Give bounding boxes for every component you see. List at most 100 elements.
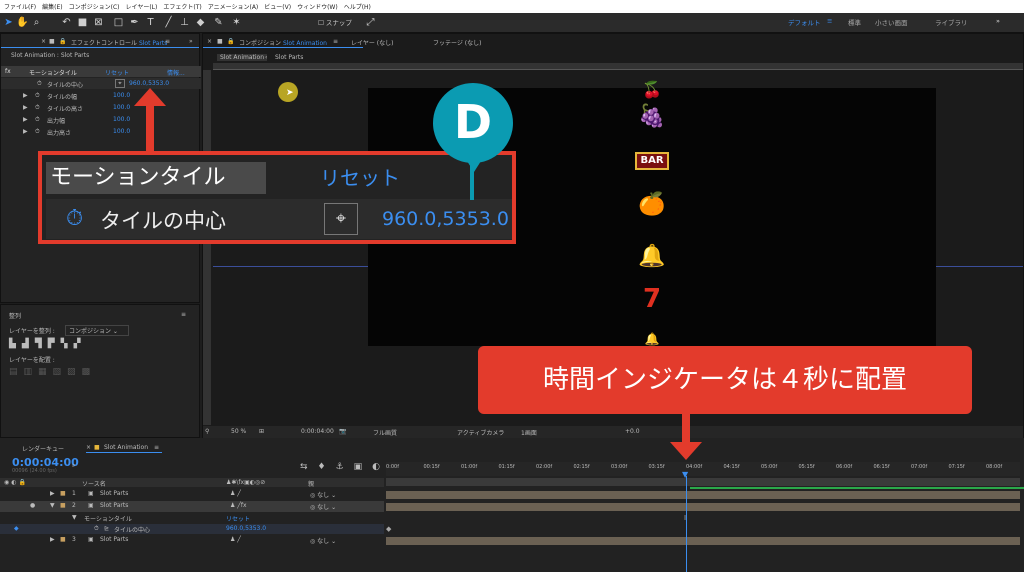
stopwatch-icon[interactable]: ⏱ — [94, 525, 99, 533]
menu-composition[interactable]: コンポジション(C) — [69, 2, 120, 11]
workspace-menu-icon[interactable]: ≡ — [827, 17, 832, 25]
more-workspaces-icon[interactable]: » — [996, 17, 1000, 25]
workspace-standard[interactable]: 標準 — [848, 17, 861, 27]
time-indicator-head-icon[interactable]: ▼ — [682, 470, 688, 479]
menu-file[interactable]: ファイル(F) — [4, 2, 36, 11]
workspace-libraries[interactable]: ライブラリ — [935, 17, 968, 27]
menu-layer[interactable]: レイヤー(L) — [126, 2, 158, 11]
workspace-small-screen[interactable]: 小さい画面 — [875, 17, 908, 27]
menu-window[interactable]: ウィンドウ(W) — [297, 2, 338, 11]
breadcrumb-comp[interactable]: Slot Animation — [217, 54, 267, 61]
crosshair-icon[interactable]: ⌖ — [115, 79, 125, 88]
current-time[interactable]: 0:00:04:00 — [301, 428, 334, 435]
menu-view[interactable]: ビュー(V) — [264, 2, 291, 11]
expand-arrow-icon[interactable]: ▶ — [50, 490, 55, 497]
eraser-tool-icon[interactable]: ◆ — [194, 16, 207, 29]
effect-controls-tab[interactable]: エフェクトコントロール Slot Parts — [71, 38, 167, 47]
menu-animation[interactable]: アニメーション(A) — [208, 2, 259, 11]
menu-edit[interactable]: 編集(E) — [42, 2, 62, 11]
camera-select[interactable]: アクティブカメラ — [457, 428, 504, 437]
layer-bar-2[interactable] — [386, 503, 1020, 511]
label-color-icon[interactable]: ■ — [60, 536, 66, 543]
camera-tool-icon[interactable]: ■ — [76, 16, 89, 29]
panel-menu-icon[interactable]: ≡ — [181, 311, 186, 318]
property-row[interactable]: ◆ ⏱ ⊵ タイルの中心 960.0,5353.0 — [0, 524, 384, 534]
stopwatch-icon[interactable]: ⏱ — [35, 104, 40, 112]
effect-row-tile-width[interactable]: ▶ ⏱ タイルの幅 100.0 — [1, 90, 201, 101]
selection-tool-icon[interactable]: ➤ — [2, 16, 15, 29]
effect-reset-link[interactable]: リセット — [226, 514, 250, 523]
effect-row-tile-height[interactable]: ▶ ⏱ タイルの高さ 100.0 — [1, 102, 201, 113]
param-value[interactable]: 100.0 — [113, 92, 130, 99]
breadcrumb-layer[interactable]: Slot Parts — [275, 54, 303, 61]
zoom-tool-icon[interactable]: ⌕ — [30, 16, 43, 29]
search-icon[interactable]: ⌕ — [72, 462, 75, 470]
stopwatch-icon[interactable]: ⏱ — [35, 92, 40, 100]
property-value[interactable]: 960.0,5353.0 — [226, 525, 266, 532]
menu-icon[interactable]: ■ — [49, 38, 55, 45]
layer-name[interactable]: Slot Parts — [100, 502, 128, 509]
footage-tab[interactable]: フッテージ (なし) — [433, 38, 481, 47]
effect-row-output-width[interactable]: ▶ ⏱ 出力幅 100.0 — [1, 114, 201, 125]
render-queue-tab[interactable]: レンダーキュー — [22, 444, 64, 453]
distribute-buttons[interactable]: ▤▥▦▧▨▩ — [9, 367, 96, 377]
puppet-tool-icon[interactable]: ✶ — [230, 16, 243, 29]
solo-icon[interactable]: ● — [30, 502, 35, 509]
workspace-default[interactable]: デフォルト — [788, 17, 821, 27]
keyframe-icon[interactable]: ◆ — [386, 525, 391, 533]
shy-switch-icon[interactable]: ♟ ╱ — [230, 536, 241, 543]
stopwatch-icon[interactable]: ⏱ — [35, 116, 40, 124]
label-color-icon[interactable]: ■ — [60, 502, 66, 509]
stopwatch-icon[interactable]: ⏱ — [37, 80, 42, 88]
hand-tool-icon[interactable]: ✋ — [16, 16, 29, 29]
layer-name[interactable]: Slot Parts — [100, 490, 128, 497]
exposure-value[interactable]: +0.0 — [625, 428, 640, 435]
layer-row-1[interactable]: ▶ ■ 1 ▣ Slot Parts ♟ ╱ ◎ なし ⌄ — [0, 489, 384, 500]
grid-icon[interactable]: ⊞ — [259, 428, 264, 435]
expand-arrow-icon[interactable]: ▶ — [23, 116, 28, 123]
align-buttons[interactable]: ▙▟▜▛▚▞ — [9, 339, 87, 349]
text-tool-icon[interactable]: T — [144, 16, 157, 29]
close-icon[interactable]: × — [86, 444, 91, 451]
clone-stamp-tool-icon[interactable]: ⊥ — [178, 16, 191, 29]
layer-bar-3[interactable] — [386, 537, 1020, 545]
layer-row-3[interactable]: ▶ ■ 3 ▣ Slot Parts ♟ ╱ ◎ なし ⌄ — [0, 535, 384, 546]
shy-switch-icon[interactable]: ♟ ╱ — [230, 490, 241, 497]
panel-menu-icon[interactable]: ≡ — [165, 38, 170, 45]
param-value[interactable]: 960.0,5353.0 — [129, 80, 169, 87]
panel-menu-icon[interactable]: ≡ — [154, 444, 159, 451]
view-select[interactable]: 1画面 — [521, 428, 537, 437]
magnifier-icon[interactable]: ⚲ — [205, 428, 209, 435]
collapse-arrow-icon[interactable]: ▼ — [72, 514, 77, 521]
collapse-arrow-icon[interactable]: ▼ — [50, 502, 55, 509]
brush-tool-icon[interactable]: ╱ — [162, 16, 175, 29]
layer-name[interactable]: Slot Parts — [100, 536, 128, 543]
param-value[interactable]: 100.0 — [113, 116, 130, 123]
effect-row-motion-tile[interactable]: fx モーションタイル リセット 情報... — [1, 66, 201, 77]
lock-icon[interactable]: 🔒 — [59, 38, 66, 45]
reset-link[interactable]: リセット — [105, 68, 129, 77]
fx-switch-icon[interactable]: ♟ ╱fx — [230, 502, 247, 509]
effect-row-tile-center[interactable]: ⏱ タイルの中心 ⌖ 960.0,5353.0 — [1, 78, 201, 89]
parent-select[interactable]: ◎ なし ⌄ — [310, 502, 336, 511]
resolution-select[interactable]: フル画質 — [373, 428, 397, 437]
close-icon[interactable]: × — [41, 38, 46, 45]
menu-icon[interactable]: ■ — [217, 38, 223, 45]
time-indicator-line[interactable] — [686, 476, 687, 572]
composition-tab[interactable]: コンポジション Slot Animation — [239, 38, 327, 47]
expand-icon[interactable]: » — [189, 38, 193, 45]
parent-select[interactable]: ◎ なし ⌄ — [310, 490, 336, 499]
rotate-tool-icon[interactable]: ↶ — [60, 16, 73, 29]
param-value[interactable]: 100.0 — [113, 104, 130, 111]
expand-arrow-icon[interactable]: ▶ — [23, 128, 28, 135]
snap-option-icon[interactable]: ⤢ — [364, 16, 377, 29]
keyframe-nav-icon[interactable]: ◆ — [14, 525, 19, 532]
lock-icon[interactable]: 🔒 — [227, 38, 234, 45]
pen-tool-icon[interactable]: ✒ — [128, 16, 141, 29]
mask-tool-icon[interactable]: □ — [112, 16, 125, 29]
zoom-select[interactable]: 50 % — [231, 428, 246, 435]
menu-help[interactable]: ヘルプ(H) — [344, 2, 371, 11]
work-area-bar[interactable] — [386, 478, 1020, 486]
snapshot-icon[interactable]: 📷 — [339, 428, 346, 435]
expand-arrow-icon[interactable]: ▶ — [23, 92, 28, 99]
